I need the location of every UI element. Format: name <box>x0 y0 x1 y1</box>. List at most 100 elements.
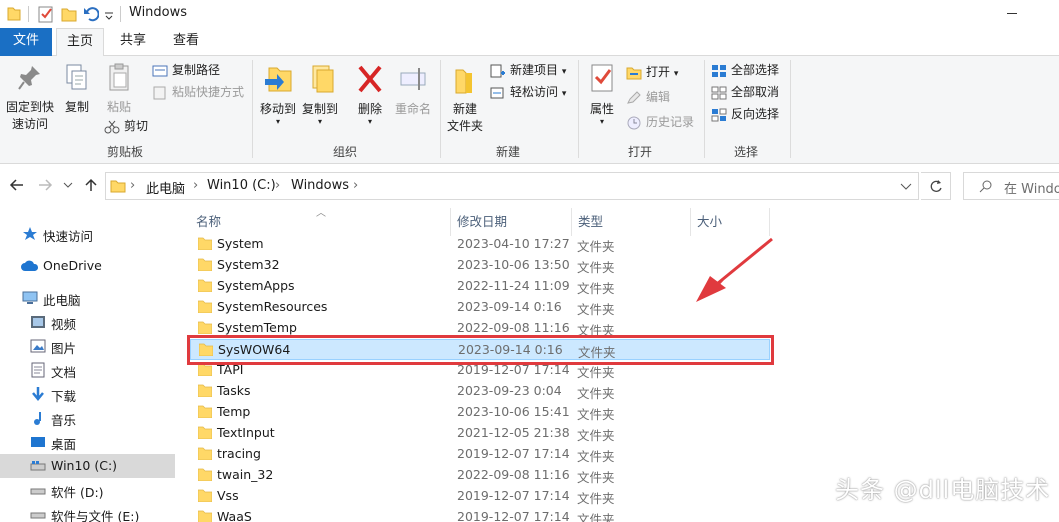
paste-button[interactable]: 粘贴 <box>100 62 138 116</box>
sidebar-item-documents[interactable]: 文档 <box>0 358 175 382</box>
forward-arrow-icon[interactable] <box>37 177 53 193</box>
folder-icon <box>7 7 21 21</box>
cut-button[interactable]: 剪切 <box>104 116 148 136</box>
column-header-type[interactable]: 类型 <box>572 210 690 234</box>
paste-shortcut-icon <box>153 86 166 99</box>
breadcrumb-windows[interactable]: Windows <box>291 178 349 193</box>
tab-file[interactable]: 文件 <box>0 28 52 56</box>
new-folder-icon[interactable] <box>61 5 77 23</box>
breadcrumb-this-pc[interactable]: 此电脑 <box>146 178 185 197</box>
pin-quick-access-button[interactable]: 固定到快 速访问 <box>2 62 58 133</box>
move-to-button[interactable]: 移动到 ▾ <box>258 62 298 126</box>
breadcrumb-chevron-icon[interactable]: › <box>193 178 198 193</box>
table-row[interactable]: System 2023-04-10 17:27 文件夹 <box>190 234 770 255</box>
refresh-icon <box>930 180 942 192</box>
open-button[interactable]: 打开 ▾ <box>626 62 678 82</box>
properties-button[interactable]: 属性 ▾ <box>585 62 619 126</box>
table-row[interactable]: Vss 2019-12-07 17:14 文件夹 <box>190 486 770 507</box>
undo-icon[interactable] <box>83 5 99 23</box>
sidebar-item-drive-c[interactable]: Win10 (C:) <box>0 454 175 478</box>
select-none-label: 全部取消 <box>731 85 780 99</box>
sidebar-item-pictures[interactable]: 图片 <box>0 334 175 358</box>
folder-icon <box>198 279 212 292</box>
sidebar-item-onedrive[interactable]: OneDrive <box>0 254 175 278</box>
sidebar-item-label: 文档 <box>51 365 77 380</box>
refresh-button[interactable] <box>921 172 951 200</box>
select-all-button[interactable]: 全部选择 <box>711 60 779 80</box>
delete-icon <box>358 65 382 93</box>
breadcrumb-drive-c[interactable]: Win10 (C:) <box>207 178 276 193</box>
table-row[interactable]: twain_32 2022-09-08 11:16 文件夹 <box>190 465 770 486</box>
up-arrow-icon[interactable] <box>83 177 99 193</box>
sidebar-item-drive-e[interactable]: 软件与文件 (E:) <box>0 502 175 522</box>
tab-view[interactable]: 查看 <box>162 28 210 56</box>
edit-button[interactable]: 编辑 <box>626 87 670 107</box>
column-divider[interactable] <box>769 208 770 236</box>
paste-shortcut-button[interactable]: 粘贴快捷方式 <box>152 82 244 102</box>
rename-button[interactable]: 重命名 <box>390 62 436 118</box>
table-row[interactable]: SystemApps 2022-11-24 11:09 文件夹 <box>190 276 770 297</box>
back-arrow-icon[interactable] <box>9 177 25 193</box>
sidebar-item-desktop[interactable]: 桌面 <box>0 430 175 454</box>
sidebar-item-label: 音乐 <box>51 413 77 428</box>
minimize-button[interactable] <box>1007 13 1017 14</box>
file-name: WaaS <box>217 509 252 522</box>
select-none-icon <box>711 86 727 99</box>
folder-icon <box>198 426 212 439</box>
address-history-chevron-icon[interactable] <box>900 182 912 192</box>
breadcrumb-chevron-icon[interactable]: › <box>353 178 358 193</box>
table-row[interactable]: Tasks 2023-09-23 0:04 文件夹 <box>190 381 770 402</box>
breadcrumb-chevron-icon[interactable]: › <box>275 178 280 193</box>
pin-label-2: 速访问 <box>11 117 48 131</box>
cut-label: 剪切 <box>124 119 149 133</box>
file-date: 2022-11-24 11:09 <box>457 278 570 293</box>
delete-button[interactable]: 删除 ▾ <box>352 62 388 126</box>
sidebar-item-drive-d[interactable]: 软件 (D:) <box>0 478 175 502</box>
column-header-name[interactable]: 名称 <box>190 210 450 234</box>
copy-to-button[interactable]: 复制到 ▾ <box>300 62 340 126</box>
download-icon <box>32 387 44 401</box>
column-header-date[interactable]: 修改日期 <box>451 210 571 234</box>
file-type: 文件夹 <box>577 491 615 506</box>
tab-share[interactable]: 共享 <box>109 28 157 56</box>
new-item-button[interactable]: 新建项目 ▾ <box>490 60 566 80</box>
table-row[interactable]: WaaS 2019-12-07 17:14 文件夹 <box>190 507 770 522</box>
table-row[interactable]: System32 2023-10-06 13:50 文件夹 <box>190 255 770 276</box>
copy-path-button[interactable]: 复制路径 <box>152 60 220 80</box>
recent-locations-chevron-icon[interactable] <box>62 177 74 193</box>
address-bar[interactable]: › 此电脑 › Win10 (C:) › Windows › <box>105 172 919 200</box>
tab-home[interactable]: 主页 <box>56 28 104 57</box>
table-row[interactable]: tracing 2019-12-07 17:14 文件夹 <box>190 444 770 465</box>
file-name: System32 <box>217 257 280 272</box>
file-name: SystemResources <box>217 299 328 314</box>
sidebar-item-music[interactable]: 音乐 <box>0 406 175 430</box>
properties-icon[interactable] <box>37 5 55 23</box>
sidebar-item-label: 图片 <box>51 341 77 356</box>
chevron-down-icon: ▾ <box>561 89 567 99</box>
ribbon: 固定到快 速访问 复制 粘贴 复制路径 粘贴快捷方式 剪切 剪贴板 移动到 ▾ … <box>0 56 1059 164</box>
history-button[interactable]: 历史记录 <box>626 112 694 132</box>
new-folder-button[interactable]: 新建 文件夹 <box>444 62 486 135</box>
table-row[interactable]: Temp 2023-10-06 15:41 文件夹 <box>190 402 770 423</box>
sidebar-item-this-pc[interactable]: 此电脑 <box>0 286 175 310</box>
select-none-button[interactable]: 全部取消 <box>711 82 779 102</box>
sidebar-item-downloads[interactable]: 下载 <box>0 382 175 406</box>
easy-access-button[interactable]: 轻松访问 ▾ <box>490 82 566 102</box>
new-item-icon <box>490 64 505 77</box>
copy-button[interactable]: 复制 <box>60 62 94 116</box>
table-row[interactable]: TextInput 2021-12-05 21:38 文件夹 <box>190 423 770 444</box>
chevron-down-icon[interactable] <box>104 5 114 23</box>
invert-selection-label: 反向选择 <box>731 107 780 121</box>
table-row[interactable]: SystemResources 2023-09-14 0:16 文件夹 <box>190 297 770 318</box>
search-input[interactable]: 在 Windo <box>963 172 1059 200</box>
breadcrumb-chevron-icon[interactable]: › <box>130 178 135 193</box>
group-separator <box>578 60 579 158</box>
invert-selection-button[interactable]: 反向选择 <box>711 104 779 124</box>
copy-to-label: 复制到 <box>301 102 338 116</box>
file-date: 2022-09-08 11:16 <box>457 320 570 335</box>
sidebar-item-videos[interactable]: 视频 <box>0 310 175 334</box>
column-header-size[interactable]: 大小 <box>691 210 769 234</box>
star-icon <box>23 227 37 240</box>
file-type: 文件夹 <box>577 386 615 401</box>
sidebar-item-quick-access[interactable]: 快速访问 <box>0 222 175 246</box>
